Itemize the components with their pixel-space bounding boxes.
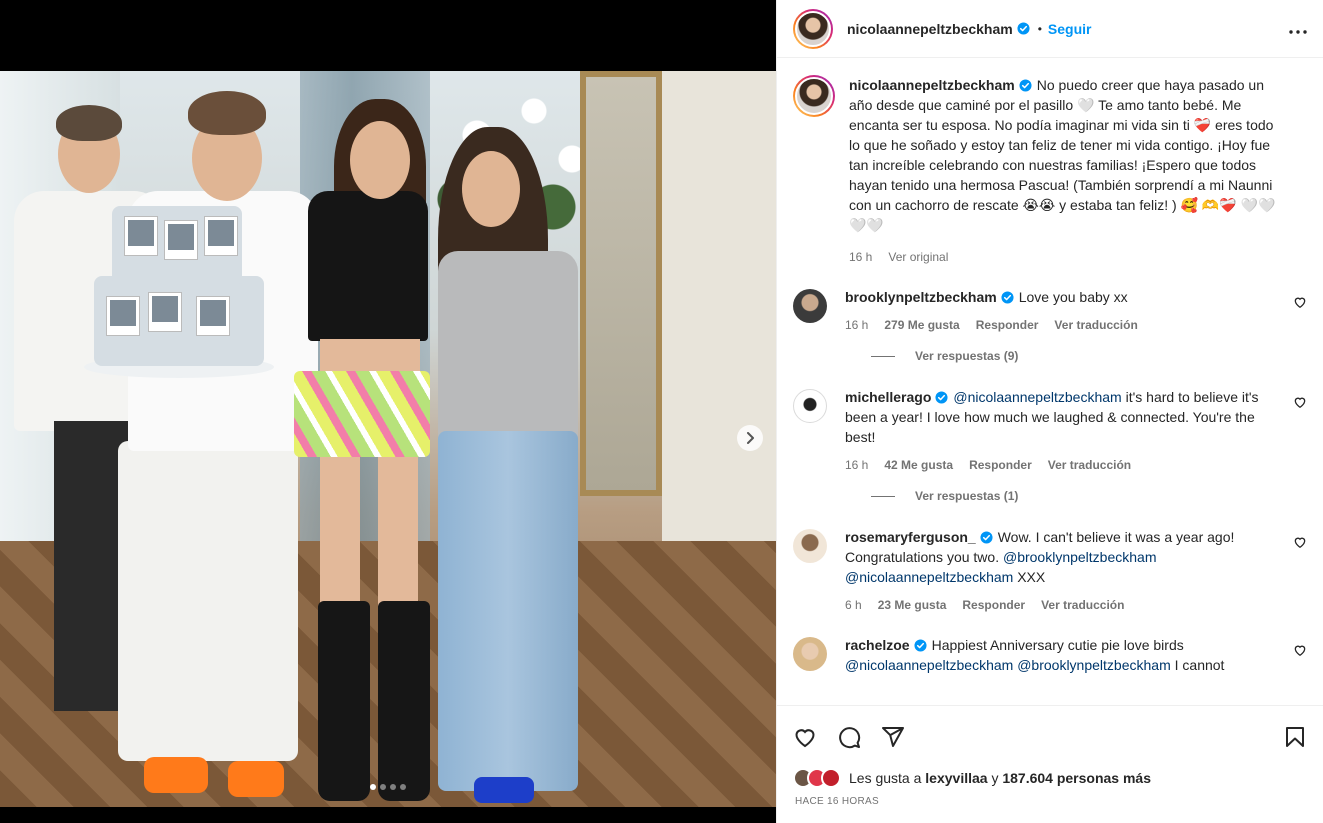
view-replies-label: Ver respuestas (1) xyxy=(915,489,1019,503)
comment-mention[interactable]: @nicolaannepeltzbeckham xyxy=(845,657,1013,673)
commenter-avatar[interactable] xyxy=(793,529,827,563)
person-right xyxy=(418,121,598,807)
comments-list[interactable]: nicolaannepeltzbeckham No puedo creer que… xyxy=(777,59,1323,705)
heart-icon[interactable] xyxy=(1293,295,1307,309)
caption-username[interactable]: nicolaannepeltzbeckham xyxy=(849,77,1015,93)
photo-cake xyxy=(84,206,274,378)
comment-text: Love you baby xx xyxy=(1018,289,1128,305)
likes-count[interactable]: 187.604 personas más xyxy=(1002,770,1151,786)
carousel-dot xyxy=(390,784,396,790)
bookmark-icon[interactable] xyxy=(1283,725,1307,749)
chevron-right-icon xyxy=(747,432,754,444)
liker-avatars[interactable] xyxy=(793,768,841,788)
comment-mention[interactable]: @nicolaannepeltzbeckham xyxy=(845,569,1013,585)
comment-likes[interactable]: 23 Me gusta xyxy=(878,595,947,615)
post-media xyxy=(0,0,776,823)
share-icon[interactable] xyxy=(881,725,905,749)
commenter-username[interactable]: rosemaryferguson_ xyxy=(845,529,976,545)
comment-icon[interactable] xyxy=(837,725,861,749)
comment-time[interactable]: 16 h xyxy=(845,455,868,475)
comment-likes[interactable]: 42 Me gusta xyxy=(884,455,953,475)
more-options-button[interactable] xyxy=(1289,18,1307,39)
commenter-username[interactable]: brooklynpeltzbeckham xyxy=(845,289,997,305)
view-replies-label: Ver respuestas (9) xyxy=(915,349,1019,363)
post-caption: nicolaannepeltzbeckham No puedo creer que… xyxy=(793,75,1307,267)
comment-item: michellerago @nicolaannepeltzbeckham it's… xyxy=(793,387,1307,475)
verified-badge-icon xyxy=(914,639,927,652)
carousel-dot xyxy=(400,784,406,790)
likes-suffix: y xyxy=(991,770,999,786)
reply-button[interactable]: Responder xyxy=(969,455,1032,475)
reply-button[interactable]: Responder xyxy=(962,595,1025,615)
comment-mention[interactable]: @brooklynpeltzbeckham xyxy=(1003,549,1157,565)
verified-badge-icon xyxy=(1017,22,1030,35)
carousel-next-button[interactable] xyxy=(737,425,763,451)
translate-link[interactable]: Ver traducción xyxy=(1054,315,1137,335)
heart-icon[interactable] xyxy=(1293,643,1307,657)
commenter-avatar[interactable] xyxy=(793,389,827,423)
verified-badge-icon xyxy=(935,391,948,404)
author-username[interactable]: nicolaannepeltzbeckham xyxy=(847,21,1013,37)
view-replies-button[interactable]: Ver respuestas (1) xyxy=(871,489,1307,503)
likes-summary: Les gusta a lexyvillaa y 187.604 persona… xyxy=(793,768,1151,788)
post-photo[interactable] xyxy=(0,71,776,807)
commenter-username[interactable]: rachelzoe xyxy=(845,637,910,653)
caption-time[interactable]: 16 h xyxy=(849,247,872,267)
post-sidebar: nicolaannepeltzbeckham • Seguir nicolaan… xyxy=(776,0,1323,823)
translate-link[interactable]: Ver traducción xyxy=(1048,455,1131,475)
see-original-link[interactable]: Ver original xyxy=(888,247,948,267)
carousel-dot xyxy=(380,784,386,790)
translate-link[interactable]: Ver traducción xyxy=(1041,595,1124,615)
heart-icon[interactable] xyxy=(793,725,817,749)
comment-item: brooklynpeltzbeckham Love you baby xx 16 … xyxy=(793,287,1307,335)
more-horizontal-icon xyxy=(1289,30,1307,34)
verified-badge-icon xyxy=(980,531,993,544)
comment-mention[interactable]: @brooklynpeltzbeckham xyxy=(1017,657,1171,673)
commenter-username[interactable]: michellerago xyxy=(845,389,931,405)
comment-item: rachelzoe Happiest Anniversary cutie pie … xyxy=(793,635,1307,675)
follow-button[interactable]: Seguir xyxy=(1048,21,1092,37)
carousel-indicator xyxy=(0,784,776,790)
comment-time[interactable]: 16 h xyxy=(845,315,868,335)
caption-avatar[interactable] xyxy=(793,75,835,117)
comment-text-suffix: XXX xyxy=(1017,569,1046,585)
heart-icon[interactable] xyxy=(1293,535,1307,549)
comment-likes[interactable]: 279 Me gusta xyxy=(884,315,959,335)
comment-text-suffix: I cannot xyxy=(1174,657,1225,673)
header-separator: • xyxy=(1037,21,1042,36)
post-header: nicolaannepeltzbeckham • Seguir xyxy=(777,0,1323,58)
view-replies-button[interactable]: Ver respuestas (9) xyxy=(871,349,1307,363)
carousel-dot xyxy=(370,784,376,790)
author-avatar[interactable] xyxy=(793,8,833,49)
instagram-post-modal: nicolaannepeltzbeckham • Seguir nicolaan… xyxy=(0,0,1323,823)
verified-badge-icon xyxy=(1019,79,1032,92)
comment-item: rosemaryferguson_ Wow. I can't believe it… xyxy=(793,527,1307,615)
reply-button[interactable]: Responder xyxy=(976,315,1039,335)
likes-prefix: Les gusta a xyxy=(849,770,922,786)
liker-avatar xyxy=(821,768,841,788)
post-timestamp[interactable]: HACE 16 HORAS xyxy=(795,796,879,807)
comment-mention[interactable]: @nicolaannepeltzbeckham xyxy=(953,389,1121,405)
post-action-bar xyxy=(777,705,1323,767)
heart-icon[interactable] xyxy=(1293,395,1307,409)
wall-panel xyxy=(662,71,776,541)
commenter-avatar[interactable] xyxy=(793,289,827,323)
commenter-avatar[interactable] xyxy=(793,637,827,671)
verified-badge-icon xyxy=(1001,291,1014,304)
comment-text: Happiest Anniversary cutie pie love bird… xyxy=(931,637,1184,653)
comment-time[interactable]: 6 h xyxy=(845,595,862,615)
caption-text: No puedo creer que haya pasado un año de… xyxy=(849,77,1276,233)
likes-user[interactable]: lexyvillaa xyxy=(925,770,987,786)
